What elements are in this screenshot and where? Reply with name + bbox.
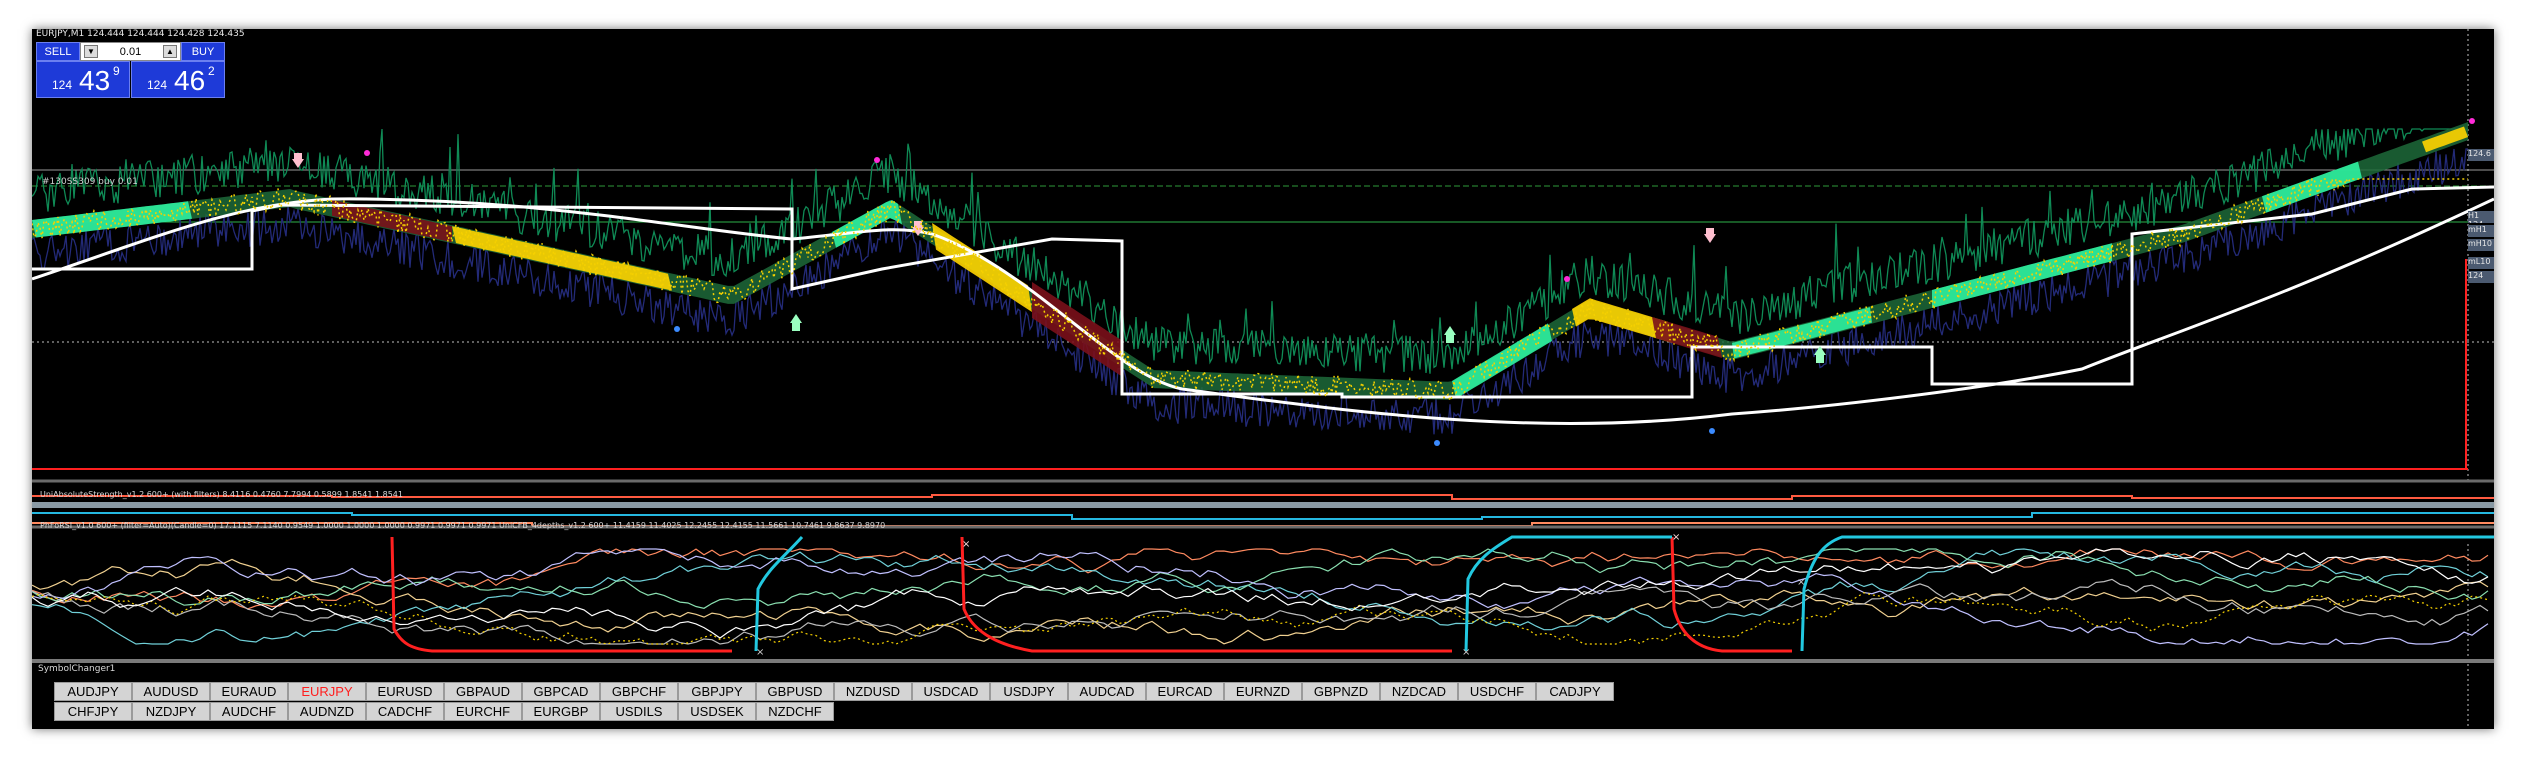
subwindow-2-label: PhFoRSI_v1.0 600+ (filter=Auto)(Candle=0…	[40, 521, 886, 530]
rsi-red-step	[390, 536, 732, 653]
buy-quote-fraction: 2	[208, 64, 215, 78]
symbol-button-gbpchf[interactable]: GBPCHF	[600, 682, 678, 701]
price-tag: mL10	[2468, 257, 2494, 269]
price-tag: mH10	[2468, 239, 2494, 251]
symbol-button-usdcad[interactable]: USDCAD	[912, 682, 990, 701]
symbol-button-eurusd[interactable]: EURUSD	[366, 682, 444, 701]
symbol-button-nzdjpy[interactable]: NZDJPY	[132, 702, 210, 721]
symbol-button-audchf[interactable]: AUDCHF	[210, 702, 288, 721]
sell-quote-prefix: 124	[52, 78, 73, 92]
symbol-changer-title: SymbolChanger1	[38, 664, 116, 674]
blue-dot	[1434, 440, 1440, 446]
one-click-trading-panel: SELL ▼ 0.01 ▲ BUY 124 43 9 124 46 2	[36, 42, 225, 98]
buy-quote-button[interactable]: 124 46 2	[131, 61, 225, 98]
oscillator-lines	[32, 548, 2489, 645]
symbol-button-gbpjpy[interactable]: GBPJPY	[678, 682, 756, 701]
lot-size-field[interactable]: ▼ 0.01 ▲	[80, 42, 181, 61]
magenta-dot	[364, 150, 370, 156]
symbol-button-eurjpy[interactable]: EURJPY	[288, 682, 366, 701]
symbol-button-euraud[interactable]: EURAUD	[210, 682, 288, 701]
trend-ribbon-bullish	[32, 161, 2362, 399]
oscillator-line	[32, 558, 2489, 645]
symbol-button-nzdcad[interactable]: NZDCAD	[1380, 682, 1458, 701]
price-tag: 124.6	[2468, 149, 2494, 161]
symbol-button-usdjpy[interactable]: USDJPY	[990, 682, 1068, 701]
symbol-button-eurchf[interactable]: EURCHF	[444, 702, 522, 721]
symbol-button-nzdusd[interactable]: NZDUSD	[834, 682, 912, 701]
symbol-button-nzdchf[interactable]: NZDCHF	[756, 702, 834, 721]
cross-marker: ×	[756, 647, 764, 658]
oscillator-line	[32, 548, 2489, 609]
symbol-button-gbpcad[interactable]: GBPCAD	[522, 682, 600, 701]
symbol-button-eurgbp[interactable]: EURGBP	[522, 702, 600, 721]
oscillator-line	[32, 548, 2489, 610]
price-tag: H1 124	[2468, 211, 2494, 223]
buy-signal-arrow-2	[1444, 326, 1456, 343]
oscillator-line	[32, 548, 2489, 639]
symbol-button-gbpusd[interactable]: GBPUSD	[756, 682, 834, 701]
blue-dot	[674, 326, 680, 332]
sell-quote-pips: 43	[79, 65, 111, 96]
sell-quote-fraction: 9	[113, 64, 120, 78]
symbol-button-audjpy[interactable]: AUDJPY	[54, 682, 132, 701]
cross-marker: ×	[1797, 577, 1805, 588]
subwindow-1-label: UniAbsoluteStrength_v1.2 600+ (with filt…	[40, 490, 403, 499]
blue-dot	[1709, 428, 1715, 434]
chart-window[interactable]: × × × × × EURJPY,M1 124.444 124.444 124.…	[32, 29, 2494, 729]
chart-title: EURJPY,M1 124.444 124.444 124.428 124.43…	[36, 29, 245, 39]
yellow-signal-line	[32, 176, 2468, 403]
sell-button[interactable]: SELL	[36, 42, 80, 61]
symbol-button-audnzd[interactable]: AUDNZD	[288, 702, 366, 721]
symbol-button-gbpaud[interactable]: GBPAUD	[444, 682, 522, 701]
price-chart-canvas[interactable]: × × × × ×	[32, 29, 2494, 729]
symbol-button-audcad[interactable]: AUDCAD	[1068, 682, 1146, 701]
magenta-dot	[874, 157, 880, 163]
sell-signal-arrow-1	[292, 153, 304, 168]
cross-marker: ×	[1672, 532, 1680, 543]
order-line-label[interactable]: #130SS309 buy 0.01	[42, 177, 138, 187]
buy-quote-prefix: 124	[147, 78, 168, 92]
rsi-cyan-step	[1464, 535, 1672, 652]
magenta-dot	[2469, 118, 2475, 124]
symbol-button-cadchf[interactable]: CADCHF	[366, 702, 444, 721]
sell-signal-arrow-3	[1704, 228, 1716, 243]
buy-button[interactable]: BUY	[181, 42, 225, 61]
lot-increase-icon[interactable]: ▲	[162, 45, 177, 58]
symbol-button-gbpnzd[interactable]: GBPNZD	[1302, 682, 1380, 701]
price-tag: 124	[2468, 271, 2494, 283]
lot-decrease-icon[interactable]: ▼	[84, 45, 98, 58]
symbol-button-usdchf[interactable]: USDCHF	[1458, 682, 1536, 701]
lot-size-value: 0.01	[119, 45, 142, 58]
symbol-button-usdils[interactable]: USDILS	[600, 702, 678, 721]
symbol-button-eurnzd[interactable]: EURNZD	[1224, 682, 1302, 701]
symbol-button-usdsek[interactable]: USDSEK	[678, 702, 756, 721]
symbol-button-eurcad[interactable]: EURCAD	[1146, 682, 1224, 701]
trade-controls-row: SELL ▼ 0.01 ▲ BUY	[36, 42, 225, 61]
sell-quote-button[interactable]: 124 43 9	[36, 61, 130, 98]
cross-marker: ×	[962, 539, 970, 550]
rsi-cyan-step	[1800, 535, 2494, 652]
cross-marker: ×	[1462, 647, 1470, 658]
price-tag: mH1	[2468, 225, 2494, 237]
buy-quote-pips: 46	[174, 65, 206, 96]
symbol-button-chfjpy[interactable]: CHFJPY	[54, 702, 132, 721]
symbol-button-cadjpy[interactable]: CADJPY	[1536, 682, 1614, 701]
symbol-button-audusd[interactable]: AUDUSD	[132, 682, 210, 701]
buy-signal-arrow-1	[790, 314, 802, 331]
magenta-dot	[1564, 276, 1570, 282]
